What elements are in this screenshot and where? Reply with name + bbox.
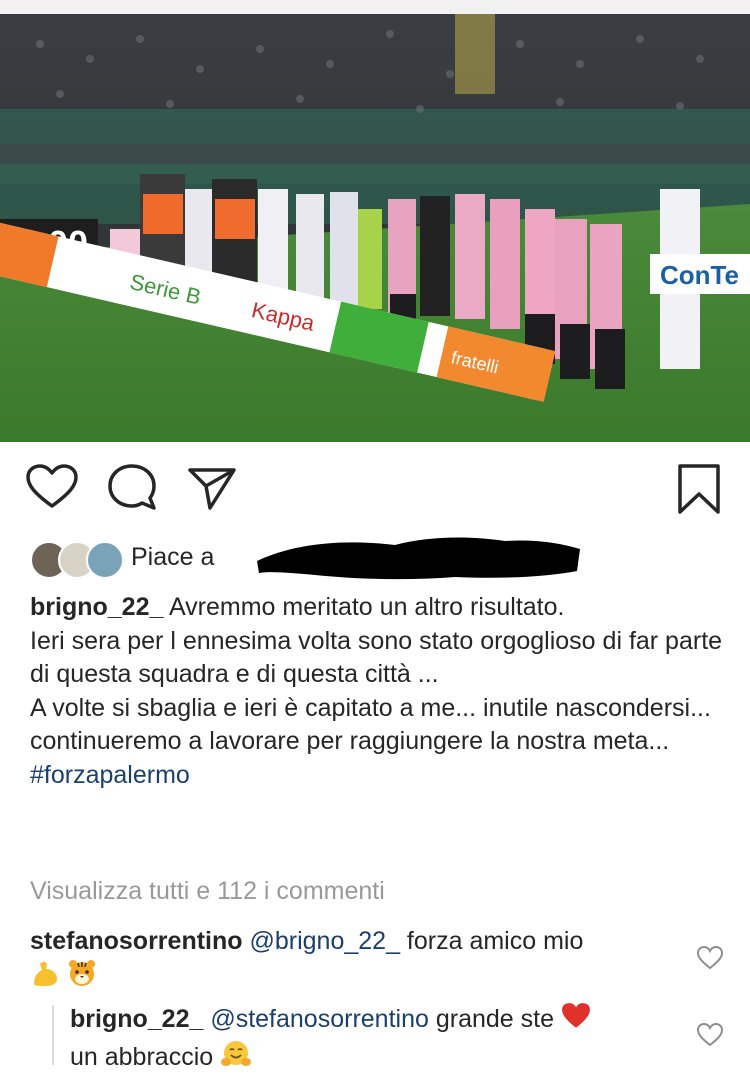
bookmark-icon (678, 464, 720, 514)
reply-text-line2: un abbraccio (70, 1043, 214, 1072)
caption-text: Avremmo meritato un altro risultato. (168, 593, 565, 621)
view-all-comments-link[interactable]: Visualizza tutti e 112 i commenti (30, 877, 385, 906)
like-button[interactable] (24, 460, 80, 516)
comment: stefanosorrentino @brigno_22_ forza amic… (30, 925, 690, 997)
redaction-scribble (257, 537, 580, 580)
flexed-biceps-icon (30, 958, 60, 997)
caption-username[interactable]: brigno_22_ (30, 593, 163, 621)
caption-line: A volte si sbaglia e ieri è capitato a m… (30, 693, 711, 722)
save-button[interactable] (672, 460, 728, 516)
red-heart-icon (561, 1002, 591, 1039)
stadium-photo: 00:00 (0, 14, 750, 442)
comment-button[interactable] (104, 460, 160, 516)
liker-avatars (30, 541, 125, 579)
tiger-face-icon (67, 958, 97, 997)
comment-like-button[interactable] (696, 945, 724, 971)
hashtag-link[interactable]: #forzapalermo (30, 761, 190, 789)
board-text-conte: ConTe (660, 260, 739, 290)
reply-mention[interactable]: @stefanosorrentino (210, 1005, 429, 1033)
comment-text: forza amico mio (399, 927, 584, 955)
comment-username[interactable]: stefanosorrentino (30, 927, 243, 955)
reply-like-button[interactable] (696, 1022, 724, 1048)
avatar (86, 541, 124, 579)
hugging-face-icon (220, 1039, 252, 1078)
comment-mention[interactable]: @brigno_22_ (249, 927, 400, 955)
share-button[interactable] (184, 460, 240, 516)
reply-text: grande ste (428, 1005, 554, 1034)
heart-outline-icon (26, 464, 78, 508)
caption-first: brigno_22_ Avremmo meritato un altro ris… (30, 591, 730, 625)
reply-username[interactable]: brigno_22_ (70, 1005, 203, 1033)
post-actions (0, 460, 750, 520)
heart-outline-icon (696, 1022, 724, 1047)
caption-line: Ieri sera per l ennesima volta sono stat… (30, 626, 723, 689)
post-caption: brigno_22_ Avremmo meritato un altro ris… (30, 591, 730, 792)
comment-reply: brigno_22_ @stefanosorrentino grande ste… (70, 1002, 690, 1078)
comment-bubble-icon (108, 464, 156, 510)
status-strip (0, 0, 750, 14)
post-photo[interactable]: 00:00 (0, 14, 750, 442)
paper-plane-icon (188, 468, 236, 510)
likes-row[interactable]: Piace a (30, 537, 730, 581)
reply-thread-line (52, 1005, 54, 1065)
caption-line: continueremo a lavorare per raggiungere … (30, 727, 670, 755)
likes-prefix: Piace a (131, 543, 215, 571)
heart-outline-icon (696, 945, 724, 970)
